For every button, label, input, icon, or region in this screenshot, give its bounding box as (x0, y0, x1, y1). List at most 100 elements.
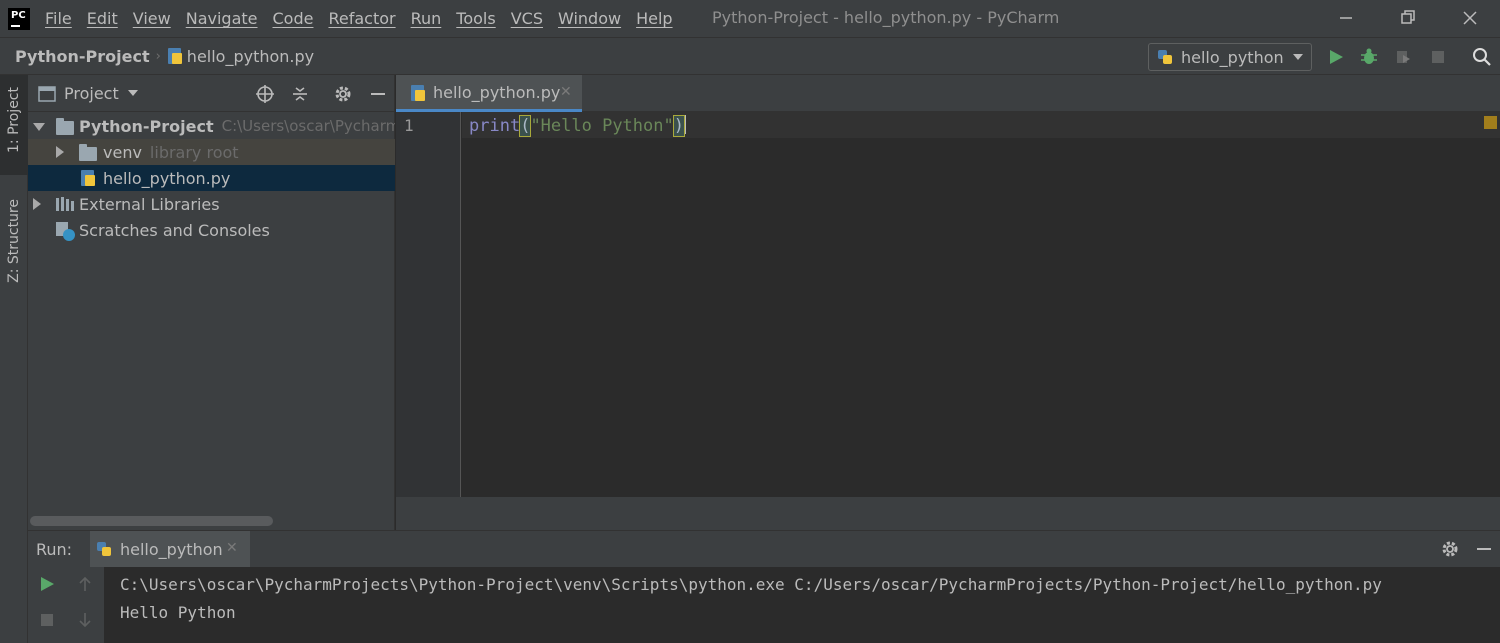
text-caret (683, 115, 686, 134)
horizontal-scrollbar[interactable] (30, 516, 273, 526)
menu-run[interactable]: Run (411, 9, 442, 28)
menu-edit[interactable]: Edit (87, 9, 118, 28)
tree-item-scratches[interactable]: Scratches and Consoles (28, 217, 395, 243)
menu-help[interactable]: Help (636, 9, 672, 28)
menu-tools[interactable]: Tools (456, 9, 495, 28)
structure-tab-label: Z: Structure (6, 199, 22, 283)
editor-bottom-area (396, 497, 1500, 530)
console-line-output: Hello Python (120, 603, 236, 622)
menu-refactor[interactable]: Refactor (328, 9, 395, 28)
code-line[interactable]: print("Hello Python") (469, 115, 686, 137)
gear-icon[interactable] (1440, 539, 1460, 559)
navigation-bar: Python-Project › hello_python.py hello_p… (0, 37, 1500, 75)
python-file-icon (81, 170, 95, 186)
tree-item-hint: library root (149, 142, 239, 162)
close-window-icon[interactable] (1458, 6, 1482, 30)
folder-icon (79, 144, 97, 161)
run-panel: Run: hello_python ✕ C:\Users\oscar\Pycha… (28, 530, 1500, 643)
hide-panel-icon[interactable] (368, 84, 388, 104)
chevron-down-icon[interactable] (128, 90, 138, 96)
tree-item-label: hello_python.py (103, 168, 231, 188)
collapse-all-icon[interactable] (290, 84, 310, 104)
menu-navigate[interactable]: Navigate (186, 9, 258, 28)
run-tab-label: hello_python (120, 539, 223, 559)
code-paren-open: ( (519, 115, 532, 137)
python-icon (97, 542, 111, 556)
run-icon[interactable] (1326, 47, 1346, 67)
menu-code[interactable]: Code (273, 9, 314, 28)
line-number: 1 (404, 116, 414, 135)
editor-tab-label: hello_python.py (433, 82, 561, 102)
code-function: print (469, 116, 521, 136)
restore-icon[interactable] (1396, 6, 1420, 30)
project-tool-window-tab[interactable]: 1: Project (0, 75, 28, 175)
gear-icon[interactable] (333, 84, 353, 104)
python-file-icon (411, 85, 425, 101)
debug-icon[interactable] (1359, 47, 1379, 67)
editor-tab-bar: hello_python.py ✕ (396, 75, 1500, 112)
expand-arrow-icon[interactable] (56, 146, 64, 158)
arrow-up-icon[interactable] (76, 575, 94, 593)
console-output[interactable]: C:\Users\oscar\PycharmProjects\Python-Pr… (120, 571, 1382, 627)
left-tool-strip: 1: Project Z: Structure (0, 75, 28, 643)
title-bar: PC File Edit View Navigate Code Refactor… (0, 0, 1500, 37)
expand-arrow-icon[interactable] (33, 123, 45, 131)
tree-item-venv[interactable]: venv library root (28, 139, 395, 165)
run-label: Run: (36, 539, 73, 559)
menu-vcs[interactable]: VCS (511, 9, 543, 28)
code-editor[interactable]: 1 print("Hello Python") (396, 112, 1500, 530)
menu-view[interactable]: View (133, 9, 171, 28)
arrow-down-icon[interactable] (76, 611, 94, 629)
tree-item-python-project[interactable]: Python-Project C:\Users\oscar\Pycharm (28, 113, 395, 139)
line-number-gutter: 1 (396, 112, 461, 497)
tree-item-label: External Libraries (79, 194, 220, 214)
scratches-icon (56, 222, 75, 241)
breadcrumb-project[interactable]: Python-Project (15, 47, 150, 66)
run-configuration-select[interactable]: hello_python (1148, 43, 1312, 71)
tree-item-hello-python[interactable]: hello_python.py (28, 165, 395, 191)
project-view-icon (38, 86, 56, 102)
project-tab-label: 1: Project (6, 87, 22, 153)
menu-bar: File Edit View Navigate Code Refactor Ru… (45, 9, 688, 28)
python-file-icon (167, 48, 182, 64)
project-panel: Project Python-Project C:\Users\oscar\Py… (28, 75, 395, 530)
coverage-icon[interactable] (1393, 47, 1413, 67)
tree-item-label: venv (103, 142, 142, 162)
structure-tool-window-tab[interactable]: Z: Structure (0, 195, 28, 305)
tree-item-label: Python-Project (79, 116, 214, 136)
breadcrumb-file[interactable]: hello_python.py (187, 47, 314, 66)
run-configuration-label: hello_python (1181, 47, 1284, 67)
search-icon[interactable] (1472, 47, 1492, 67)
breadcrumb-separator-icon: › (155, 48, 161, 64)
folder-icon (56, 118, 74, 135)
run-tab-hello-python[interactable]: hello_python ✕ (90, 531, 250, 567)
stop-icon[interactable] (38, 611, 56, 629)
locate-file-icon[interactable] (255, 84, 275, 104)
library-icon (56, 197, 74, 211)
close-tab-icon[interactable]: ✕ (226, 540, 238, 556)
run-toolbar (28, 567, 104, 643)
tree-item-external-libraries[interactable]: External Libraries (28, 191, 395, 217)
menu-window[interactable]: Window (558, 9, 621, 28)
menu-file[interactable]: File (45, 9, 72, 28)
hide-panel-icon[interactable] (1474, 539, 1494, 559)
run-panel-header: Run: hello_python ✕ (28, 531, 1500, 567)
expand-arrow-icon[interactable] (33, 198, 41, 210)
rerun-icon[interactable] (38, 575, 56, 593)
inspection-marker-icon[interactable] (1484, 116, 1497, 129)
stop-icon[interactable] (1428, 47, 1448, 67)
code-paren-close: ) (672, 115, 686, 137)
code-string: "Hello Python" (530, 116, 674, 136)
console-line-command: C:\Users\oscar\PycharmProjects\Python-Pr… (120, 575, 1382, 594)
python-icon (1158, 50, 1172, 64)
window-title: Python-Project - hello_python.py - PyCha… (712, 8, 1060, 27)
editor-tab-hello-python[interactable]: hello_python.py ✕ (396, 75, 582, 112)
close-tab-icon[interactable]: ✕ (560, 84, 572, 100)
project-panel-header: Project (28, 75, 394, 112)
chevron-down-icon (1293, 54, 1303, 60)
tree-item-label: Scratches and Consoles (79, 220, 270, 240)
pycharm-logo-icon: PC (8, 7, 30, 30)
breadcrumb: Python-Project › hello_python.py (15, 47, 314, 66)
project-view-select[interactable]: Project (64, 84, 119, 103)
minimize-icon[interactable] (1334, 6, 1358, 30)
